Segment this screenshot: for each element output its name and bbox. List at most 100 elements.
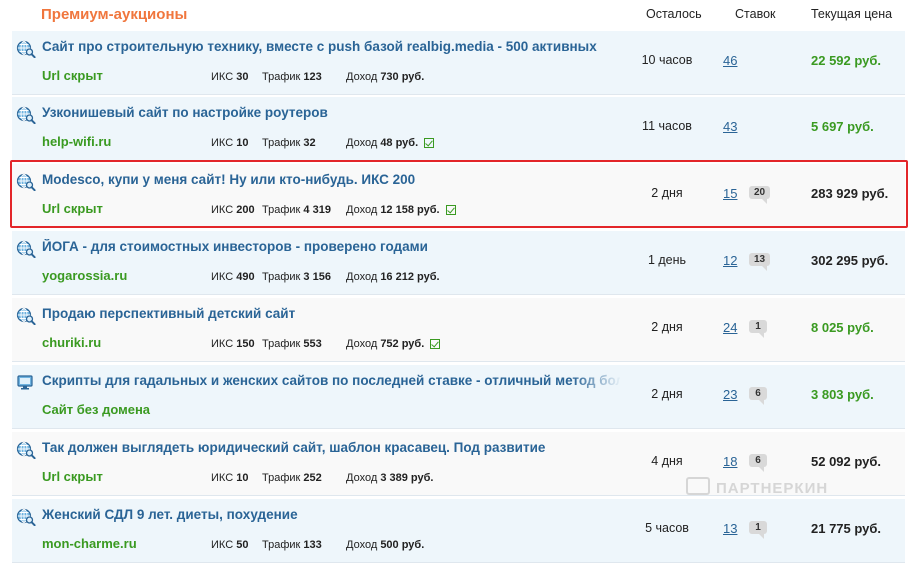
site-domain: Сайт без домена xyxy=(42,402,151,417)
traffic-value: 553 xyxy=(303,338,322,350)
income-label: Доход xyxy=(346,204,378,216)
iks-label: ИКС xyxy=(211,539,234,551)
auction-row[interactable]: Узконишевый сайт по настройке роутеров he… xyxy=(12,97,905,161)
auction-row[interactable]: Modesco, купи у меня сайт! Ну или кто-ни… xyxy=(12,164,905,228)
iks-label: ИКС xyxy=(211,472,234,484)
iks-stat: ИКС 30 xyxy=(211,71,248,83)
income-stat: Доход 48 руб. xyxy=(346,137,435,149)
traffic-label: Трафик xyxy=(262,338,301,350)
auction-title-link[interactable]: Продаю перспективный детский сайт xyxy=(42,306,620,321)
site-domain: Url скрыт xyxy=(42,201,103,216)
income-label: Доход xyxy=(346,137,378,149)
income-value: 730 руб. xyxy=(380,71,425,83)
auction-title-link[interactable]: Скрипты для гадальных и женских сайтов п… xyxy=(42,373,620,388)
current-price: 3 803 руб. xyxy=(811,387,874,402)
column-time-left: Осталось xyxy=(646,7,702,21)
bids-count-link[interactable]: 15 xyxy=(723,186,737,201)
column-bids: Ставок xyxy=(735,7,776,21)
current-price: 8 025 руб. xyxy=(811,320,874,335)
auction-row[interactable]: Продаю перспективный детский сайт churiki… xyxy=(12,298,905,362)
traffic-stat: Трафик 553 xyxy=(262,338,322,350)
bids-count-link[interactable]: 46 xyxy=(723,53,737,68)
time-left: 2 дня xyxy=(651,320,683,334)
income-stat: Доход 16 212 руб. xyxy=(346,271,440,283)
traffic-label: Трафик xyxy=(262,271,301,283)
traffic-value: 123 xyxy=(303,71,322,83)
comments-count-badge[interactable]: 1 xyxy=(749,521,767,539)
current-price: 21 775 руб. xyxy=(811,521,882,536)
auction-title-link[interactable]: Так должен выглядеть юридический сайт, ш… xyxy=(42,440,620,455)
bids-count-link[interactable]: 12 xyxy=(723,253,737,268)
auction-row[interactable]: Женский СДЛ 9 лет. диеты, похудение mon-c… xyxy=(12,499,905,563)
globe-search-icon xyxy=(16,508,36,527)
watermark-logo-icon xyxy=(686,477,710,495)
bids-count-link[interactable]: 23 xyxy=(723,387,737,402)
site-domain: yogarossia.ru xyxy=(42,268,128,283)
column-current-price: Текущая цена xyxy=(811,7,893,21)
globe-search-icon xyxy=(16,106,36,125)
auction-title-link[interactable]: Узконишевый сайт по настройке роутеров xyxy=(42,105,620,120)
auction-title-link[interactable]: Modesco, купи у меня сайт! Ну или кто-ни… xyxy=(42,172,620,187)
site-domain: Url скрыт xyxy=(42,469,103,484)
time-left: 10 часов xyxy=(641,53,693,67)
income-value: 752 руб. xyxy=(380,338,425,350)
iks-value: 200 xyxy=(236,204,255,216)
time-left: 5 часов xyxy=(645,521,689,535)
income-stat: Доход 500 руб. xyxy=(346,539,424,551)
watermark-text: ПАРТНЕРКИН xyxy=(716,480,829,497)
auction-row[interactable]: ЙОГА - для стоимостных инвесторов - пров… xyxy=(12,231,905,295)
traffic-label: Трафик xyxy=(262,472,301,484)
iks-stat: ИКС 10 xyxy=(211,137,248,149)
income-label: Доход xyxy=(346,539,378,551)
traffic-stat: Трафик 123 xyxy=(262,71,322,83)
current-price: 302 295 руб. xyxy=(811,253,889,268)
traffic-value: 3 156 xyxy=(303,271,331,283)
income-stat: Доход 730 руб. xyxy=(346,71,424,83)
traffic-value: 133 xyxy=(303,539,322,551)
current-price: 22 592 руб. xyxy=(811,53,882,68)
iks-stat: ИКС 200 xyxy=(211,204,255,216)
comments-count-badge[interactable]: 6 xyxy=(749,454,767,472)
income-label: Доход xyxy=(346,271,378,283)
comments-count-badge[interactable]: 6 xyxy=(749,387,767,405)
globe-search-icon xyxy=(16,441,36,460)
iks-label: ИКС xyxy=(211,137,234,149)
traffic-value: 252 xyxy=(303,472,322,484)
comments-count-badge[interactable]: 1 xyxy=(749,320,767,338)
verified-check-icon xyxy=(445,205,456,215)
auction-title-link[interactable]: Сайт про строительную технику, вместе с … xyxy=(42,39,620,54)
bids-count-link[interactable]: 13 xyxy=(723,521,737,536)
income-value: 500 руб. xyxy=(380,539,425,551)
traffic-label: Трафик xyxy=(262,137,301,149)
comments-count-badge[interactable]: 13 xyxy=(749,253,771,271)
section-title[interactable]: Премиум-аукционы xyxy=(41,6,187,23)
iks-label: ИКС xyxy=(211,204,234,216)
income-label: Доход xyxy=(346,71,378,83)
site-domain: Url скрыт xyxy=(42,68,103,83)
income-value: 16 212 руб. xyxy=(380,271,440,283)
iks-value: 490 xyxy=(236,271,255,283)
bids-count-link[interactable]: 43 xyxy=(723,119,737,134)
traffic-label: Трафик xyxy=(262,204,301,216)
time-left: 11 часов xyxy=(642,119,692,133)
iks-label: ИКС xyxy=(211,271,234,283)
income-label: Доход xyxy=(346,472,378,484)
iks-label: ИКС xyxy=(211,71,234,83)
income-stat: Доход 752 руб. xyxy=(346,338,441,350)
traffic-stat: Трафик 133 xyxy=(262,539,322,551)
bids-count-link[interactable]: 24 xyxy=(723,320,737,335)
table-header: Премиум-аукционы Осталось Ставок Текущая… xyxy=(0,0,913,30)
income-stat: Доход 12 158 руб. xyxy=(346,204,456,216)
auction-row[interactable]: Скрипты для гадальных и женских сайтов п… xyxy=(12,365,905,429)
income-value: 3 389 руб. xyxy=(380,472,434,484)
iks-value: 10 xyxy=(236,137,249,149)
auction-title-link[interactable]: ЙОГА - для стоимостных инвесторов - пров… xyxy=(42,239,620,254)
auction-row[interactable]: Сайт про строительную технику, вместе с … xyxy=(12,31,905,95)
comments-count-badge[interactable]: 20 xyxy=(749,186,771,204)
income-value: 48 руб. xyxy=(380,137,419,149)
bids-count-link[interactable]: 18 xyxy=(723,454,737,469)
iks-stat: ИКС 150 xyxy=(211,338,255,350)
traffic-stat: Трафик 4 319 xyxy=(262,204,331,216)
current-price: 52 092 руб. xyxy=(811,454,882,469)
auction-title-link[interactable]: Женский СДЛ 9 лет. диеты, похудение xyxy=(42,507,620,522)
